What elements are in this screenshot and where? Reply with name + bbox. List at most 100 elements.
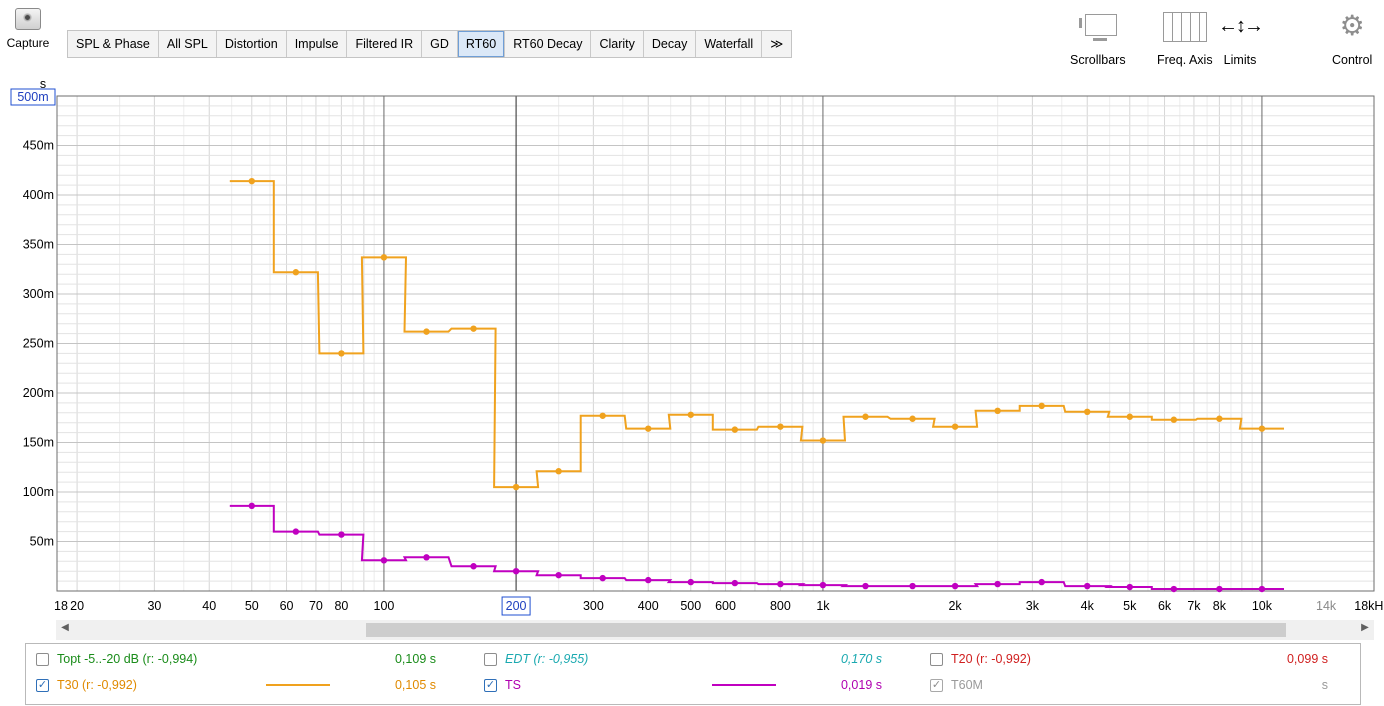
tab-gd[interactable]: GD	[422, 31, 458, 57]
limits-label: Limits	[1223, 53, 1257, 67]
data-point-ts	[292, 528, 300, 535]
x-tick-label: 500	[680, 599, 701, 613]
data-point-ts	[1038, 578, 1045, 586]
t30-line-swatch	[266, 684, 330, 686]
tab-filtered-ir[interactable]: Filtered IR	[347, 31, 423, 57]
x-axis: 18 20 30 40 50 60 70 80 100 200 300 400 500 600 800 1k 2…	[54, 596, 1384, 616]
tab-decay[interactable]: Decay	[644, 31, 697, 57]
data-point-t30	[292, 269, 300, 276]
data-point-t30	[951, 423, 959, 430]
scroll-right-icon[interactable]: ▶	[1358, 622, 1372, 633]
scrollbars-button[interactable]: Scrollbars	[1070, 12, 1126, 67]
capture-button[interactable]: Capture	[6, 8, 50, 50]
graph-tabs: SPL & Phase All SPL Distortion Impulse F…	[67, 30, 793, 58]
x-tick-label: 400	[638, 599, 659, 613]
topt-value: 0,109 s	[394, 652, 436, 666]
y-tick-label: 200m	[23, 386, 54, 400]
legend-item-ts[interactable]: ✓ TS	[484, 674, 521, 696]
legend-panel: Topt -5..-20 dB (r: -0,994) 0,109 s EDT …	[25, 643, 1361, 705]
x-tick-label: 40	[202, 599, 216, 613]
t60m-value: s	[1321, 678, 1328, 692]
freq-axis-label: Freq. Axis	[1157, 53, 1213, 67]
data-point-ts	[645, 576, 652, 584]
y-tick-label: 250m	[23, 337, 54, 351]
data-point-ts	[380, 557, 388, 564]
series-layer	[229, 177, 1284, 593]
horizontal-scrollbar[interactable]: ◀ ▶	[56, 620, 1374, 640]
t20-label: T20 (r: -0,992)	[951, 652, 1031, 666]
data-point-t30	[731, 426, 739, 433]
scroll-left-icon[interactable]: ◀	[58, 622, 72, 633]
x-tick-label: 300	[583, 599, 604, 613]
ts-checkbox[interactable]: ✓	[484, 678, 497, 692]
t20-checkbox[interactable]	[930, 652, 943, 666]
y-tick-label: 350m	[23, 238, 54, 252]
data-point-ts	[599, 574, 606, 582]
x-tick-label: 8k	[1213, 599, 1227, 613]
y-axis: s500m450m400m350m300m250m200m150m100m50m	[10, 78, 56, 549]
x-tick-label: 7k	[1187, 599, 1201, 613]
data-point-t30	[862, 413, 869, 420]
legend-item-t60m[interactable]: ✓ T60M	[930, 674, 983, 696]
data-point-t30	[470, 325, 477, 332]
x-tick-label: 200	[506, 599, 527, 613]
data-point-t30	[1038, 402, 1045, 410]
data-point-t30	[248, 177, 255, 185]
tab-distortion[interactable]: Distortion	[217, 31, 287, 57]
control-button[interactable]: ⚙ Control	[1332, 10, 1373, 68]
tab-rt60[interactable]: RT60	[457, 31, 506, 57]
x-tick-label: 6k	[1158, 599, 1172, 613]
tab-spl-phase[interactable]: SPL & Phase	[68, 31, 159, 57]
edt-checkbox[interactable]	[484, 652, 497, 666]
data-point-t30	[599, 412, 606, 419]
tab-clarity[interactable]: Clarity	[591, 31, 644, 57]
x-tick-label: 2k	[948, 599, 962, 613]
camera-icon	[15, 8, 41, 30]
freq-axis-button[interactable]: Freq. Axis	[1157, 12, 1213, 67]
tab-more[interactable]: ≫	[762, 31, 791, 57]
scroll-thumb[interactable]	[366, 623, 1286, 637]
data-point-t30	[1258, 425, 1266, 432]
x-tick-label: 4k	[1081, 599, 1095, 613]
x-tick-label: 1k	[816, 599, 830, 613]
minor-gridlines	[57, 96, 1374, 591]
data-point-t30	[1216, 415, 1223, 422]
x-tick-label: 60	[280, 599, 294, 613]
legend-item-t30[interactable]: ✓ T30 (r: -0,992)	[36, 674, 137, 696]
data-point-ts	[1216, 585, 1223, 593]
tab-waterfall[interactable]: Waterfall	[696, 31, 763, 57]
data-point-ts	[687, 578, 694, 586]
data-point-t30	[338, 350, 345, 357]
topt-checkbox[interactable]	[36, 652, 49, 666]
x-tick-label: 100	[374, 599, 395, 613]
x-tick-label: 80	[334, 599, 348, 613]
data-point-ts	[555, 571, 562, 579]
tab-impulse[interactable]: Impulse	[287, 31, 348, 57]
legend-row: ✓ T30 (r: -0,992) 0,105 s ✓ TS 0,019 s ✓…	[26, 674, 1360, 696]
x-tick-label: 14k	[1316, 599, 1337, 613]
legend-item-t20[interactable]: T20 (r: -0,992)	[930, 648, 1031, 670]
data-point-ts	[470, 563, 477, 570]
tab-all-spl[interactable]: All SPL	[159, 31, 217, 57]
ts-label: TS	[505, 678, 521, 692]
t60m-label: T60M	[951, 678, 983, 692]
t30-checkbox[interactable]: ✓	[36, 678, 49, 692]
legend-item-edt[interactable]: EDT (r: -0,955)	[484, 648, 588, 670]
gear-icon: ⚙	[1339, 10, 1365, 41]
data-point-ts	[777, 580, 784, 588]
x-tick-label: 30	[147, 599, 161, 613]
data-point-ts	[731, 579, 739, 587]
t60m-checkbox[interactable]: ✓	[930, 678, 943, 692]
data-point-ts	[1126, 583, 1133, 591]
data-point-ts	[248, 502, 255, 510]
limits-button[interactable]: ←↕→ Limits	[1218, 12, 1264, 67]
data-point-t30	[994, 407, 1001, 415]
rt60-chart[interactable]: s500m450m400m350m300m250m200m150m100m50m…	[0, 78, 1384, 618]
control-label: Control	[1332, 53, 1373, 67]
legend-item-topt[interactable]: Topt -5..-20 dB (r: -0,994)	[36, 648, 197, 670]
tab-rt60-decay[interactable]: RT60 Decay	[505, 31, 592, 57]
data-point-ts	[1170, 585, 1178, 593]
edt-label: EDT (r: -0,955)	[505, 652, 589, 666]
data-point-t30	[1170, 416, 1178, 423]
data-point-ts	[862, 582, 869, 590]
